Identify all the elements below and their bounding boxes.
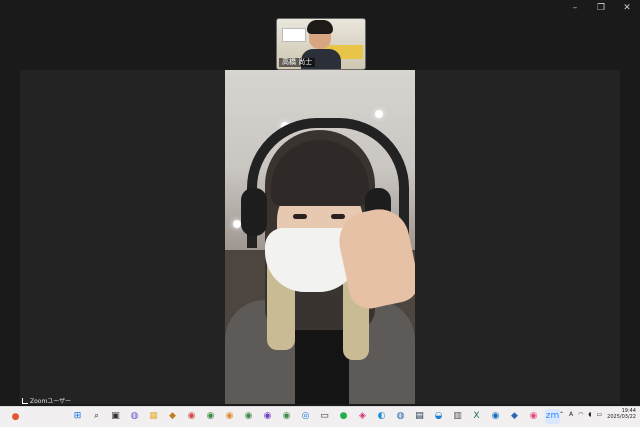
system-tray: ⌃ A ◠ ◖ ▭ 19:44 2025/03/22	[559, 408, 636, 420]
ceiling-light	[233, 220, 241, 228]
zoom-meeting-window: – ❐ ✕ 高橋 尚士 Zoomユーザー	[0, 0, 640, 406]
headphone-ear-left	[241, 188, 267, 236]
participant-thumbnail[interactable]: 高橋 尚士	[276, 18, 366, 70]
app-icon-13[interactable]: ◎	[298, 409, 313, 424]
wifi-icon[interactable]: ◠	[578, 411, 583, 418]
participant-name-label: 高橋 尚士	[279, 58, 316, 67]
taskbar-apps: ⊞ ⌕ ▣ ◍ ▦ ◆ ◉ ◉ ◉ ◉ ◉ ◉ ◎ ▭ ● ◈ ◐ ◍ ▤ ◒ ▥ X ◉ ◆ ◉ zm	[70, 409, 560, 424]
photos-icon[interactable]: ◒	[431, 409, 446, 424]
chrome-icon[interactable]: ◉	[184, 409, 199, 424]
battery-icon[interactable]: ▭	[597, 411, 603, 418]
instagram-icon[interactable]: ◈	[355, 409, 370, 424]
outlook-icon[interactable]: ◉	[488, 409, 503, 424]
restore-button[interactable]: ❐	[594, 2, 608, 14]
zoom-icon[interactable]: zm	[545, 409, 560, 424]
ceiling-light	[375, 110, 383, 118]
chrome-profile-icon[interactable]: ◉	[203, 409, 218, 424]
start-icon[interactable]: ⊞	[70, 409, 85, 424]
line-icon[interactable]: ●	[336, 409, 351, 424]
chrome-profile-4-icon[interactable]: ◉	[260, 409, 275, 424]
chrome-profile-5-icon[interactable]: ◉	[279, 409, 294, 424]
copilot-icon[interactable]: ◍	[127, 409, 142, 424]
close-button[interactable]: ✕	[620, 2, 634, 14]
signal-icon	[22, 397, 28, 404]
excel-icon[interactable]: X	[469, 409, 484, 424]
background-sign	[282, 28, 306, 42]
self-view-label: Zoomユーザー	[22, 396, 71, 405]
monitor-icon[interactable]: ▭	[317, 409, 332, 424]
sound-icon[interactable]: ◖	[588, 411, 591, 418]
edge-icon[interactable]: ◐	[374, 409, 389, 424]
app-icon-21[interactable]: ▥	[450, 409, 465, 424]
clock[interactable]: 19:44 2025/03/22	[607, 408, 636, 420]
app-icon-25[interactable]: ◉	[526, 409, 541, 424]
windows-taskbar: ● ⊞ ⌕ ▣ ◍ ▦ ◆ ◉ ◉ ◉ ◉ ◉ ◉ ◎ ▭ ● ◈ ◐ ◍ ▤ ◒ ▥ X ◉ ◆ ◉ zm ⌃ A ◠ ◖ ▭ …	[0, 406, 640, 427]
clock-date: 2025/03/22	[607, 414, 636, 420]
minimize-button[interactable]: –	[568, 2, 582, 14]
task-view-icon[interactable]: ▣	[108, 409, 123, 424]
weather-widget[interactable]: ●	[8, 410, 23, 425]
weather-icon[interactable]: ●	[8, 410, 23, 425]
window-controls: – ❐ ✕	[568, 2, 634, 14]
search-icon[interactable]: ⌕	[89, 409, 104, 424]
main-video-feed[interactable]	[225, 70, 415, 404]
app-icon-19[interactable]: ▤	[412, 409, 427, 424]
self-view-name: Zoomユーザー	[30, 398, 72, 405]
participant-hair	[307, 20, 333, 34]
chrome-profile-2-icon[interactable]: ◉	[222, 409, 237, 424]
app-icon-18[interactable]: ◍	[393, 409, 408, 424]
chevron-up-icon[interactable]: ⌃	[559, 411, 564, 418]
file-explorer-icon[interactable]: ▦	[146, 409, 161, 424]
chrome-profile-3-icon[interactable]: ◉	[241, 409, 256, 424]
app-icon-6[interactable]: ◆	[165, 409, 180, 424]
app-icon-24[interactable]: ◆	[507, 409, 522, 424]
ime-indicator[interactable]: A	[569, 411, 573, 418]
